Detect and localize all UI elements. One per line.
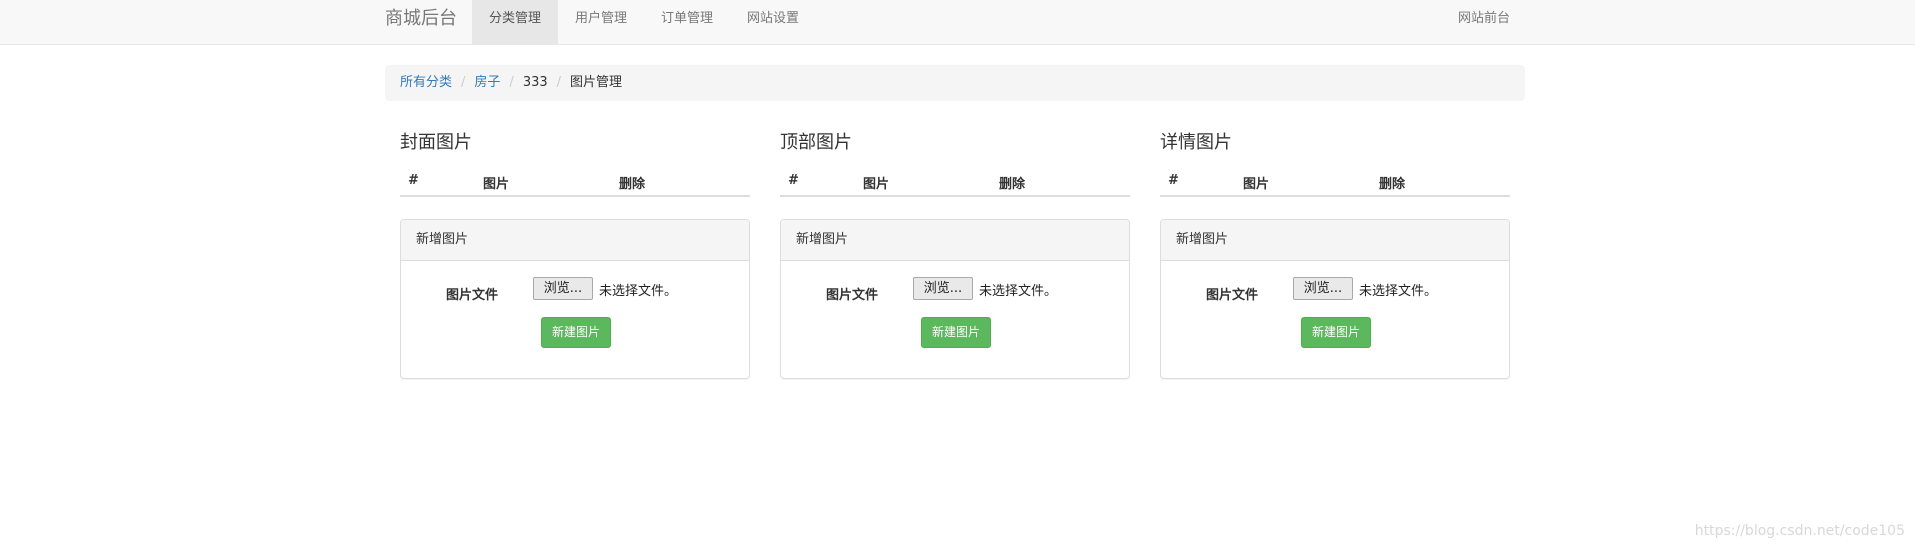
browse-file-button[interactable]: 浏览... xyxy=(533,277,593,300)
breadcrumb-separator: / xyxy=(556,75,562,90)
column-header-delete: 删除 xyxy=(619,177,646,192)
column-header-number: # xyxy=(408,173,419,188)
breadcrumb-separator: / xyxy=(509,75,514,90)
column-header-image: 图片 xyxy=(863,177,890,192)
top-add-image-panel: 新增图片 图片文件 浏览... 未选择文件。 新建图片 xyxy=(780,219,1130,379)
create-image-button[interactable]: 新建图片 xyxy=(921,317,991,348)
top-navbar: 商城后台 分类管理 用户管理 订单管理 网站设置 网站前台 xyxy=(0,0,1915,45)
browse-file-button[interactable]: 浏览... xyxy=(913,277,973,300)
breadcrumb-all-categories[interactable]: 所有分类 xyxy=(400,75,452,90)
brand-logo-text[interactable]: 商城后台 xyxy=(385,0,457,45)
nav-item-category-management[interactable]: 分类管理 xyxy=(472,0,558,44)
image-file-label: 图片文件 xyxy=(1206,288,1259,303)
breadcrumb: 所有分类 / 房子 / 333 / 图片管理 xyxy=(385,65,1525,101)
detail-add-image-panel: 新增图片 图片文件 浏览... 未选择文件。 新建图片 xyxy=(1160,219,1510,379)
watermark-text: https://blog.csdn.net/code105 xyxy=(1694,523,1905,539)
breadcrumb-image-management: 图片管理 xyxy=(570,75,623,90)
nav-item-site-settings[interactable]: 网站设置 xyxy=(730,0,816,44)
nav-item-user-management[interactable]: 用户管理 xyxy=(558,0,644,44)
image-file-label: 图片文件 xyxy=(826,288,879,303)
file-status-text: 未选择文件。 xyxy=(1359,284,1438,299)
create-image-button[interactable]: 新建图片 xyxy=(1301,317,1371,348)
column-header-delete: 删除 xyxy=(1379,177,1406,192)
breadcrumb-333: 333 xyxy=(522,75,548,90)
panel-heading: 新增图片 xyxy=(781,220,1129,261)
browse-file-button[interactable]: 浏览... xyxy=(1293,277,1353,300)
create-image-button[interactable]: 新建图片 xyxy=(541,317,611,348)
file-status-text: 未选择文件。 xyxy=(599,284,678,299)
detail-images-table-header: # 图片 删除 xyxy=(1160,165,1510,197)
column-header-number: # xyxy=(788,173,799,188)
column-header-image: 图片 xyxy=(483,177,510,192)
image-file-label: 图片文件 xyxy=(446,288,499,303)
column-header-delete: 删除 xyxy=(999,177,1026,192)
breadcrumb-separator: / xyxy=(461,75,466,90)
nav-item-order-management[interactable]: 订单管理 xyxy=(644,0,730,44)
nav-link-storefront[interactable]: 网站前台 xyxy=(1458,0,1510,44)
column-header-number: # xyxy=(1168,173,1179,188)
detail-images-title: 详情图片 xyxy=(1160,132,1232,153)
cover-add-image-panel: 新增图片 图片文件 浏览... 未选择文件。 新建图片 xyxy=(400,219,750,379)
cover-images-table-header: # 图片 删除 xyxy=(400,165,750,197)
breadcrumb-house[interactable]: 房子 xyxy=(474,75,500,90)
column-header-image: 图片 xyxy=(1243,177,1270,192)
top-images-table-header: # 图片 删除 xyxy=(780,165,1130,197)
file-status-text: 未选择文件。 xyxy=(979,284,1058,299)
cover-images-title: 封面图片 xyxy=(400,132,472,153)
panel-heading: 新增图片 xyxy=(401,220,749,261)
panel-heading: 新增图片 xyxy=(1161,220,1509,261)
top-images-title: 顶部图片 xyxy=(780,132,852,153)
